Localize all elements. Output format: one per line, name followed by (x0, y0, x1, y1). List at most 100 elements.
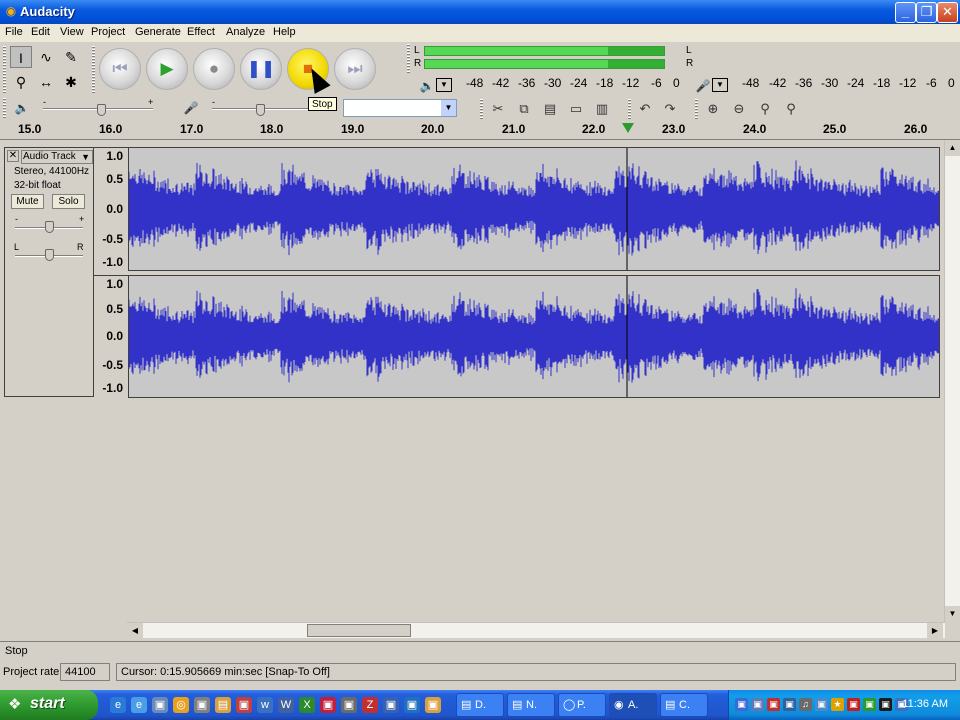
scroll-left-icon[interactable]: ◀ (127, 623, 143, 638)
tray-app5-icon[interactable]: ★ (831, 698, 844, 711)
mute-button[interactable]: Mute (11, 194, 44, 209)
toolbar-grip[interactable] (695, 99, 698, 119)
menu-edit[interactable]: Edit (31, 26, 50, 38)
tray-app4-icon[interactable]: ▣ (815, 698, 828, 711)
envelope-tool-icon[interactable]: ∿ (35, 46, 57, 68)
scroll-down-icon[interactable]: ▼ (945, 606, 960, 622)
toolbar-grip[interactable] (3, 46, 6, 94)
tray-app-icon[interactable]: ▣ (751, 698, 764, 711)
toolbar-grip[interactable] (480, 99, 483, 119)
tray-app3-icon[interactable]: ▣ (783, 698, 796, 711)
play-button[interactable]: ▶ (146, 48, 188, 90)
menu-generate[interactable]: Generate (135, 26, 181, 38)
silence-icon[interactable]: ▥ (592, 100, 612, 118)
close-button[interactable]: ✕ (937, 2, 958, 23)
trim-icon[interactable]: ▭ (566, 100, 586, 118)
pan-slider[interactable] (45, 249, 54, 261)
waveform-right-channel[interactable] (128, 275, 940, 398)
input-source-select[interactable]: ▼ (343, 99, 457, 117)
quicklaunch-excel-icon[interactable]: X (299, 697, 315, 713)
menu-effect[interactable]: Effect (187, 26, 215, 38)
draw-tool-icon[interactable]: ✎ (60, 46, 82, 68)
taskbar-button-audacity[interactable]: ◉ A. (609, 693, 657, 717)
tray-app8-icon[interactable]: ▣ (879, 698, 892, 711)
zoom-in-icon[interactable]: ⊕ (703, 100, 723, 118)
cut-icon[interactable]: ✂ (488, 100, 508, 118)
track-name-menu[interactable]: Audio Track ▼ (21, 150, 93, 164)
toolbar-grip[interactable] (3, 98, 6, 118)
taskbar-button-c[interactable]: ▤ C. (660, 693, 708, 717)
toolbar-grip[interactable] (407, 44, 410, 74)
output-meter-menu-icon[interactable]: ▼ (436, 78, 452, 92)
taskbar-button-n[interactable]: ▤ N. (507, 693, 555, 717)
quicklaunch-app3-icon[interactable]: ▣ (236, 697, 252, 713)
menu-view[interactable]: View (60, 26, 84, 38)
gain-slider[interactable] (45, 221, 54, 233)
maximize-button[interactable]: ❐ (916, 2, 937, 23)
taskbar-button-d[interactable]: ▤ D. (456, 693, 504, 717)
paste-icon[interactable]: ▤ (540, 100, 560, 118)
quicklaunch-ie2-icon[interactable]: e (131, 697, 147, 713)
skip-end-button[interactable]: ⏭ (334, 48, 376, 90)
tray-app2-icon[interactable]: ▣ (767, 698, 780, 711)
fit-project-icon[interactable]: ⚲ (781, 100, 801, 118)
redo-icon[interactable]: ↷ (660, 100, 680, 118)
quicklaunch-app-icon[interactable]: ▣ (152, 697, 168, 713)
quicklaunch-app8-icon[interactable]: ▣ (404, 697, 420, 713)
quicklaunch-app6-icon[interactable]: ▣ (341, 697, 357, 713)
quicklaunch-chrome-icon[interactable]: ◎ (173, 697, 189, 713)
audacity-app-icon[interactable]: ◉ (4, 4, 18, 18)
multi-tool-icon[interactable]: ✱ (60, 71, 82, 93)
copy-icon[interactable]: ⧉ (514, 100, 534, 118)
input-meter-menu-icon[interactable]: ▼ (712, 78, 728, 92)
quicklaunch-folder-icon[interactable]: ▤ (215, 697, 231, 713)
quicklaunch-app2-icon[interactable]: ▣ (194, 697, 210, 713)
zoom-tool-icon[interactable]: ⚲ (10, 71, 32, 93)
tray-app7-icon[interactable]: ▣ (863, 698, 876, 711)
quicklaunch-app5-icon[interactable]: ▣ (320, 697, 336, 713)
selection-tool-icon[interactable]: I (10, 46, 32, 68)
zoom-out-icon[interactable]: ⊖ (729, 100, 749, 118)
empty-track-area[interactable] (0, 398, 944, 622)
pause-button[interactable]: ❚❚ (240, 48, 282, 90)
taskbar-button-p[interactable]: ◯ P. (558, 693, 606, 717)
quicklaunch-word-icon[interactable]: W (278, 697, 294, 713)
quicklaunch-app9-icon[interactable]: ▣ (425, 697, 441, 713)
timeline-ruler[interactable]: 15.0 16.0 17.0 18.0 19.0 20.0 21.0 22.0 … (0, 120, 960, 140)
tray-network-icon[interactable]: ▣ (735, 698, 748, 711)
skip-start-button[interactable]: ⏮ (99, 48, 141, 90)
toolbar-grip[interactable] (628, 99, 631, 119)
output-volume-slider[interactable] (97, 104, 106, 116)
vertical-scale-right-channel[interactable]: 1.0 0.5 0.0 -0.5 -1.0 (94, 275, 128, 398)
tray-volume-icon[interactable]: ♫ (799, 698, 812, 711)
solo-button[interactable]: Solo (52, 194, 85, 209)
menu-help[interactable]: Help (273, 26, 296, 38)
scroll-up-icon[interactable]: ▲ (945, 140, 960, 156)
quicklaunch-app7-icon[interactable]: ▣ (383, 697, 399, 713)
timeshift-tool-icon[interactable]: ↔ (35, 71, 57, 93)
minimize-button[interactable]: _ (895, 2, 916, 23)
undo-icon[interactable]: ↶ (635, 100, 655, 118)
quicklaunch-filezilla-icon[interactable]: Z (362, 697, 378, 713)
quicklaunch-app4-icon[interactable]: w (257, 697, 273, 713)
menu-file[interactable]: File (5, 26, 23, 38)
start-button[interactable]: ❖ start (0, 690, 98, 720)
fit-selection-icon[interactable]: ⚲ (755, 100, 775, 118)
waveform-left-channel[interactable] (128, 147, 940, 271)
menu-project[interactable]: Project (91, 26, 125, 38)
horizontal-scroll-thumb[interactable] (307, 624, 411, 637)
track-format: Stereo, 44100Hz (14, 166, 90, 177)
vertical-scale-left-channel[interactable]: 1.0 0.5 0.0 -0.5 -1.0 (94, 147, 128, 270)
track-close-button[interactable]: ✕ (7, 150, 19, 162)
toolbar-grip[interactable] (92, 46, 95, 94)
input-volume-slider[interactable] (256, 104, 265, 116)
playback-position-marker[interactable] (622, 123, 634, 133)
record-button[interactable]: ● (193, 48, 235, 90)
tray-app6-icon[interactable]: ▣ (847, 698, 860, 711)
project-rate-field[interactable]: 44100 (60, 663, 110, 681)
vertical-scrollbar[interactable]: ▲ ▼ (944, 140, 960, 622)
quicklaunch-ie-icon[interactable]: e (110, 697, 126, 713)
horizontal-scrollbar[interactable]: ◀ ▶ (127, 622, 945, 638)
menu-analyze[interactable]: Analyze (226, 26, 265, 38)
scroll-right-icon[interactable]: ▶ (927, 623, 943, 638)
